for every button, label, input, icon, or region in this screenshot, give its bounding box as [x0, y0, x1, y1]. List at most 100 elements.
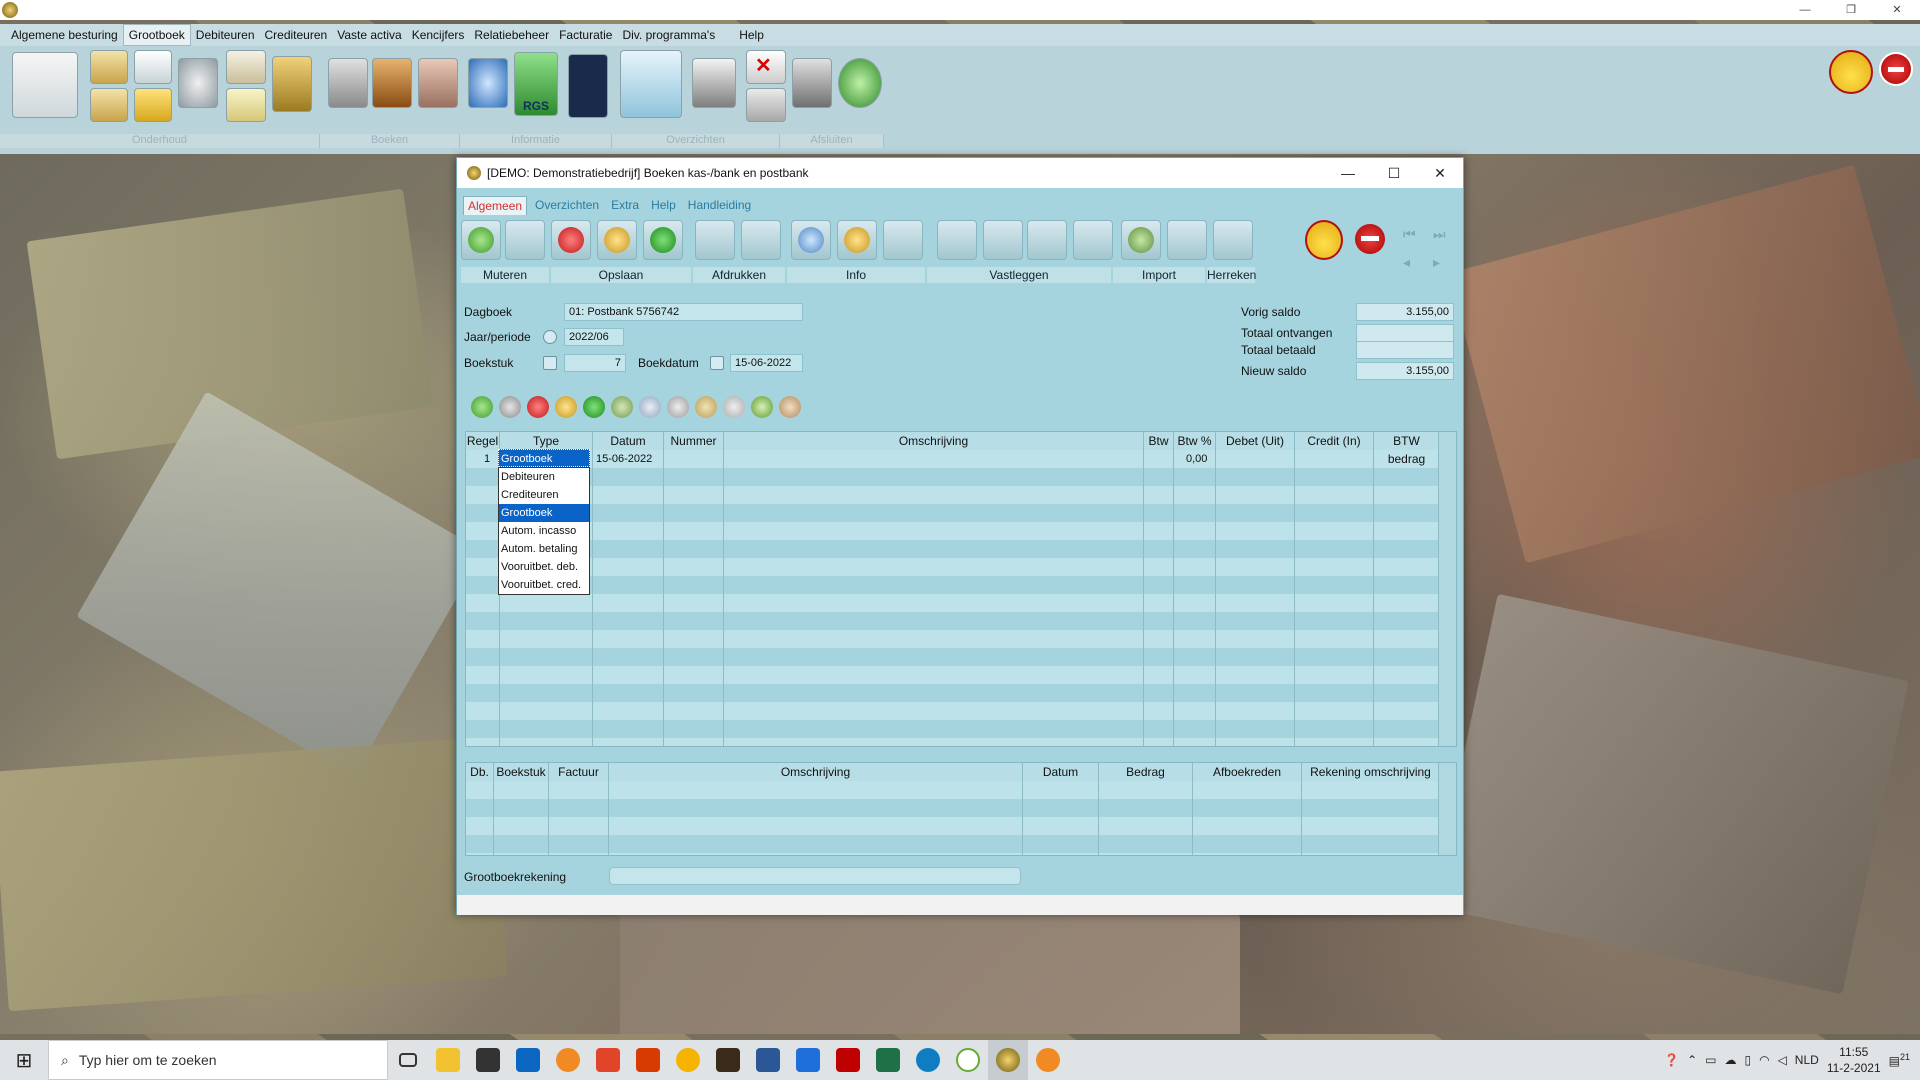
col-regel[interactable]: Regel	[466, 432, 500, 450]
recalc-icon[interactable]	[1213, 220, 1253, 260]
dagboek-field[interactable]: 01: Postbank 5756742	[564, 303, 803, 321]
col-omschrijving-2[interactable]: Omschrijving	[609, 763, 1023, 781]
line-edit-icon[interactable]	[499, 396, 521, 418]
dialog-maximize-icon[interactable]: ☐	[1371, 158, 1417, 188]
tab-extra[interactable]: Extra	[607, 196, 643, 215]
volume-icon[interactable]: ◁	[1778, 1053, 1787, 1067]
sign-icon[interactable]	[1027, 220, 1067, 260]
menu-item-facturatie[interactable]: Facturatie	[554, 25, 617, 45]
type-option[interactable]: Debiteuren	[499, 468, 589, 486]
word-icon[interactable]	[748, 1040, 788, 1080]
row-btw-pct[interactable]: 0,00	[1186, 450, 1207, 468]
tab-overzichten[interactable]: Overzichten	[531, 196, 603, 215]
print-icon[interactable]	[695, 220, 735, 260]
delete-icon[interactable]	[551, 220, 591, 260]
office-icon[interactable]	[628, 1040, 668, 1080]
dialog-help-me-icon[interactable]	[1305, 220, 1343, 260]
col-factuur[interactable]: Factuur	[549, 763, 609, 781]
row-type-select[interactable]: Grootboek	[498, 449, 590, 467]
chevron-up-icon[interactable]: ⌃	[1687, 1053, 1697, 1067]
last-record-icon[interactable]: ⏭	[1433, 226, 1446, 243]
restore-icon[interactable]: ❐	[1828, 0, 1874, 20]
menu-item-grootboek[interactable]: Grootboek	[122, 24, 191, 46]
app-code-icon[interactable]	[948, 1040, 988, 1080]
import-globe-icon[interactable]	[1121, 220, 1161, 260]
col-nummer[interactable]: Nummer	[664, 432, 724, 450]
government-seal-icon[interactable]	[568, 54, 608, 118]
filezilla-icon[interactable]	[828, 1040, 868, 1080]
menu-item-debiteuren[interactable]: Debiteuren	[191, 25, 260, 45]
tab-algemeen[interactable]: Algemeen	[463, 196, 528, 215]
add-icon[interactable]	[461, 220, 501, 260]
info-icon[interactable]	[468, 58, 508, 108]
col-datum-2[interactable]: Datum	[1023, 763, 1099, 781]
boekstuk-field[interactable]: 7	[564, 354, 626, 372]
jaar-periode-field[interactable]: 2022/06	[564, 328, 624, 346]
col-datum[interactable]: Datum	[593, 432, 664, 450]
line-undo-icon[interactable]	[555, 396, 577, 418]
language-indicator[interactable]: NLD	[1795, 1053, 1819, 1067]
edge-icon[interactable]	[908, 1040, 948, 1080]
overview-icon[interactable]	[620, 50, 682, 118]
type-option[interactable]: Vooruitbet. deb.	[499, 558, 589, 576]
menu-item-div-programmas[interactable]: Div. programma's	[617, 25, 720, 45]
weight-icon[interactable]	[272, 56, 312, 112]
network-icon[interactable]: ▭	[1705, 1053, 1716, 1067]
dialog-stop-icon[interactable]	[1355, 224, 1385, 254]
dialog-close-icon[interactable]: ✕	[1417, 158, 1463, 188]
task-view-icon[interactable]	[388, 1040, 428, 1080]
app-red-icon[interactable]	[588, 1040, 628, 1080]
menu-item-help[interactable]: Help	[734, 25, 769, 45]
hierarchy-icon[interactable]	[90, 88, 128, 122]
refresh-icon[interactable]	[983, 220, 1023, 260]
preview-icon[interactable]	[741, 220, 781, 260]
menu-item-relatiebeheer[interactable]: Relatiebeheer	[469, 25, 554, 45]
list-icon[interactable]	[12, 52, 78, 118]
globe-icon[interactable]	[838, 58, 882, 108]
stop-icon[interactable]	[1879, 52, 1913, 86]
line-add-icon[interactable]	[471, 396, 493, 418]
menu-item-crediteuren[interactable]: Crediteuren	[260, 25, 333, 45]
type-option[interactable]: Autom. betaling	[499, 540, 589, 558]
gear-icon[interactable]	[178, 58, 218, 108]
menu-item-algemene-besturing[interactable]: Algemene besturing	[6, 25, 123, 45]
app-orange-icon[interactable]	[548, 1040, 588, 1080]
book-icon[interactable]	[90, 50, 128, 84]
menu-item-kencijfers[interactable]: Kencijfers	[407, 25, 470, 45]
grid-icon[interactable]	[226, 88, 266, 122]
grootboekrekening-field[interactable]	[609, 867, 1021, 885]
explorer-icon[interactable]	[428, 1040, 468, 1080]
type-option[interactable]: Crediteuren	[499, 486, 589, 504]
col-btw[interactable]: Btw	[1144, 432, 1174, 450]
type-option[interactable]: Autom. incasso	[499, 522, 589, 540]
close-year-icon[interactable]: ✕	[746, 50, 786, 84]
store-icon[interactable]	[468, 1040, 508, 1080]
close-icon[interactable]: ✕	[1874, 0, 1920, 20]
key-icon[interactable]	[792, 58, 832, 108]
help-me-icon[interactable]	[1829, 50, 1873, 94]
col-afboekreden[interactable]: Afboekreden	[1193, 763, 1302, 781]
undo-icon[interactable]	[597, 220, 637, 260]
row-datum[interactable]: 15-06-2022	[596, 450, 652, 468]
type-option[interactable]: Grootboek	[499, 504, 589, 522]
boekdatum-field[interactable]: 15-06-2022	[730, 354, 803, 372]
type-option[interactable]: Vooruitbet. cred.	[499, 576, 589, 594]
files-icon[interactable]	[418, 58, 458, 108]
minimize-icon[interactable]: —	[1782, 0, 1828, 20]
cloud-icon[interactable]: ☁	[1724, 1053, 1736, 1067]
col-btw-pct[interactable]: Btw %	[1174, 432, 1216, 450]
save-icon[interactable]	[643, 220, 683, 260]
info-icon-dialog[interactable]	[791, 220, 831, 260]
col-debet[interactable]: Debet (Uit)	[1216, 432, 1295, 450]
prev-record-icon[interactable]: ◂	[1403, 254, 1410, 271]
outlook-icon[interactable]	[508, 1040, 548, 1080]
windows-start-icon[interactable]: ⊞	[0, 1048, 48, 1073]
tab-handleiding[interactable]: Handleiding	[684, 196, 755, 215]
clock[interactable]: 11:55 11-2-2021	[1827, 1044, 1881, 1076]
col-omschrijving[interactable]: Omschrijving	[724, 432, 1144, 450]
line-globe-icon[interactable]	[611, 396, 633, 418]
hammer-icon[interactable]	[1167, 220, 1207, 260]
col-btw-bedrag[interactable]: BTW bedrag	[1374, 432, 1440, 466]
line-money-icon[interactable]	[695, 396, 717, 418]
layers-icon[interactable]	[937, 220, 977, 260]
